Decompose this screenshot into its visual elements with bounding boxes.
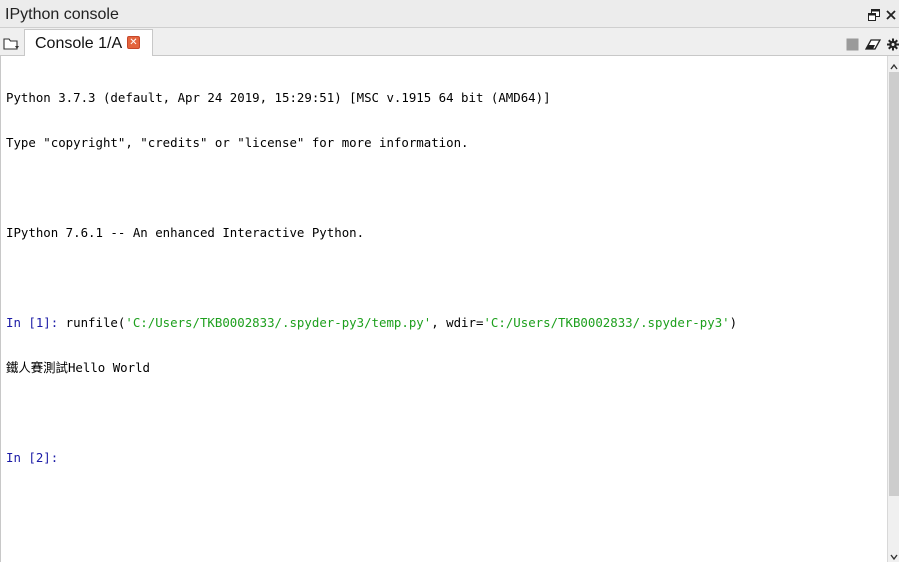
pane-title-bar: IPython console [0,0,899,28]
output-line-1: 鐵人賽測試Hello World [6,360,151,375]
vertical-scrollbar[interactable] [887,56,899,562]
banner-line-1: Python 3.7.3 (default, Apr 24 2019, 15:2… [6,90,551,105]
string-literal-file: 'C:/Users/TKB0002833/.spyder-py3/temp.py… [125,315,432,330]
console-toolbar [846,38,899,52]
clear-console-icon[interactable] [864,36,882,55]
tab-label: Console 1/A [35,35,123,52]
tab-close-icon[interactable]: ✕ [127,36,140,49]
browse-tabs-icon[interactable] [3,36,21,50]
input-line-2: In [2]: [6,450,737,465]
options-gear-icon[interactable] [887,36,899,55]
banner-line-3: IPython 7.6.1 -- An enhanced Interactive… [6,225,365,240]
console-text: Python 3.7.3 (default, Apr 24 2019, 15:2… [6,60,737,495]
scroll-up-icon[interactable] [888,58,899,70]
string-literal-wdir: 'C:/Users/TKB0002833/.spyder-py3' [483,315,730,330]
scroll-down-icon[interactable] [888,548,899,561]
tab-console-1a[interactable]: Console 1/A ✕ [24,29,153,56]
stop-kernel-icon[interactable] [846,36,859,55]
banner-line-2: Type "copyright", "credits" or "license"… [6,135,469,150]
code-part: ) [729,315,738,330]
scrollbar-thumb[interactable] [889,72,899,496]
console-tab-bar: Console 1/A ✕ [0,28,899,56]
code-part: runfile( [58,315,126,330]
pane-title: IPython console [5,6,119,23]
close-icon[interactable] [885,6,897,25]
code-part: , wdir= [431,315,484,330]
undock-icon[interactable] [868,6,880,25]
input-prompt-1: In [1]: [6,315,59,330]
input-line-1: In [1]: runfile('C:/Users/TKB0002833/.sp… [6,315,737,330]
pane-title-icons [868,8,897,22]
console-output-area[interactable]: Python 3.7.3 (default, Apr 24 2019, 15:2… [0,56,887,562]
input-prompt-2: In [2]: [6,450,59,465]
